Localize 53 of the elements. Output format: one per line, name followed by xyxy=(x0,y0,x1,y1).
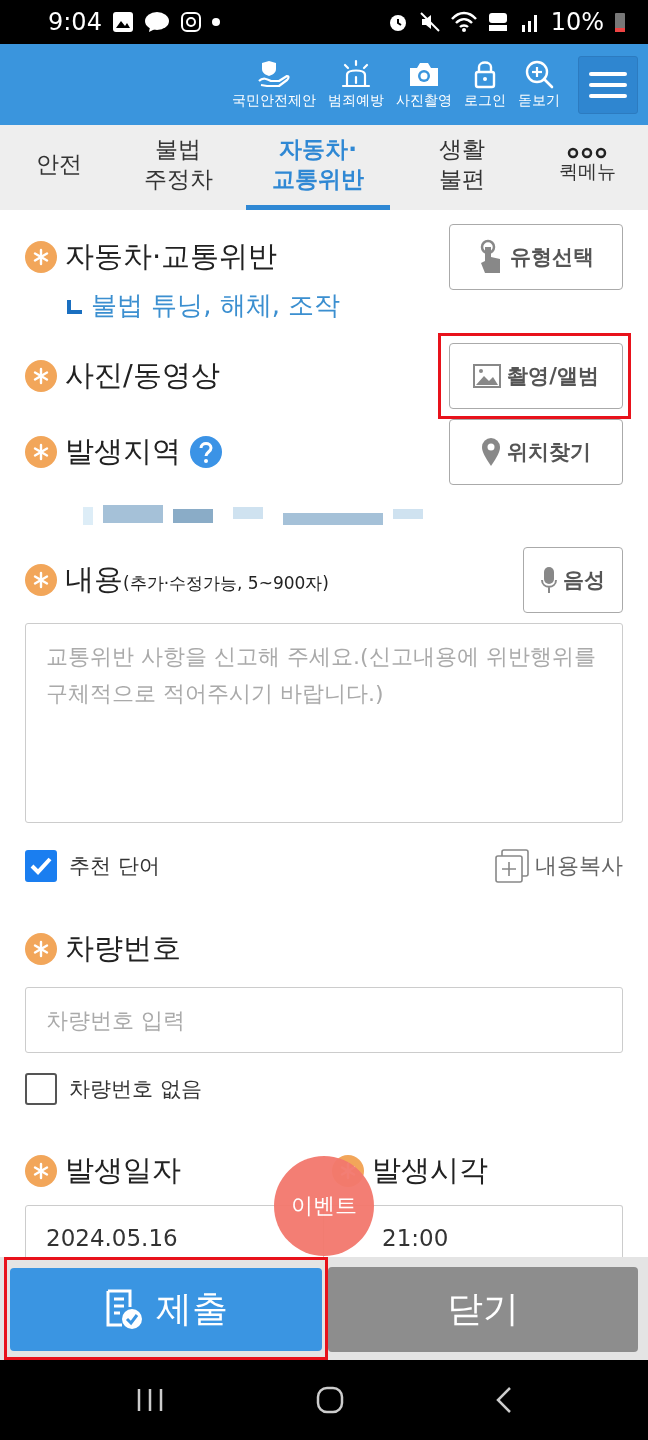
battery-icon xyxy=(614,11,626,33)
mute-icon xyxy=(418,11,441,33)
camera-outline-icon xyxy=(179,11,202,33)
location-pin-icon xyxy=(481,437,501,467)
field-label: 발생시각 xyxy=(372,1152,488,1189)
more-icon xyxy=(567,146,607,159)
asterisk-icon xyxy=(25,360,57,392)
checkbox[interactable] xyxy=(25,850,57,882)
category-tab[interactable]: 생활 불편 xyxy=(406,125,518,210)
field-label: 내용(추가·수정가능, 5~900자) xyxy=(65,561,329,598)
dot-icon xyxy=(211,18,220,26)
checkbox-label: 차량번호 없음 xyxy=(69,1076,202,1103)
find-location-button[interactable]: 위치찾기 xyxy=(449,419,623,485)
field-label: 자동차·교통위반 xyxy=(65,238,278,275)
content-textarea[interactable]: 교통위반 사항을 신고해 주세요.(신고내용에 위반행위를 구체적으로 적어주시기 바랍니다.) xyxy=(25,623,623,823)
menu-icon xyxy=(589,70,627,99)
type-select-button[interactable]: 유형선택 xyxy=(449,224,623,290)
category-tab[interactable]: 불법 주정차 xyxy=(126,125,230,210)
field-label: 발생일자 xyxy=(65,1152,181,1189)
wifi-icon xyxy=(450,11,477,33)
menu-button[interactable] xyxy=(578,55,638,114)
hand-shield-icon xyxy=(257,59,291,89)
document-check-icon xyxy=(104,1288,144,1331)
field-label: 발생지역 xyxy=(65,433,181,470)
category-tab[interactable]: 퀵메뉴 xyxy=(534,125,640,210)
home-icon[interactable] xyxy=(316,1386,344,1414)
asterisk-icon xyxy=(25,436,57,468)
image-icon xyxy=(473,364,502,388)
copy-icon xyxy=(495,849,529,883)
vehicle-number-field[interactable]: 차량번호 입력 xyxy=(25,987,623,1053)
microphone-icon xyxy=(541,566,557,594)
copy-content-button[interactable]: 내용복사 xyxy=(495,849,623,883)
checkbox-label: 추천 단어 xyxy=(69,853,160,880)
asterisk-icon xyxy=(25,1155,57,1187)
asterisk-icon xyxy=(25,564,57,596)
sub-item-icon xyxy=(67,297,83,314)
battery-percent: 10% xyxy=(550,8,604,36)
voice-input-button[interactable]: 음성 xyxy=(523,547,623,613)
selected-type: 불법 튜닝, 해체, 조작 xyxy=(91,289,341,322)
checkbox[interactable] xyxy=(25,1073,57,1105)
siren-icon xyxy=(339,59,373,89)
back-icon[interactable] xyxy=(494,1386,513,1414)
category-tab[interactable]: 안전 xyxy=(8,125,110,210)
camera-album-button[interactable]: 촬영/앨범 xyxy=(449,343,623,409)
asterisk-icon xyxy=(25,241,57,273)
gallery-icon xyxy=(111,11,134,33)
help-icon[interactable] xyxy=(189,435,223,469)
time-field[interactable]: 21:00 xyxy=(382,1225,449,1251)
chat-bubble-icon xyxy=(143,11,170,33)
field-label: 사진/동영상 xyxy=(65,357,220,394)
field-label: 차량번호 xyxy=(65,930,181,967)
clock: 9:04 xyxy=(48,8,102,36)
asterisk-icon xyxy=(25,933,57,965)
